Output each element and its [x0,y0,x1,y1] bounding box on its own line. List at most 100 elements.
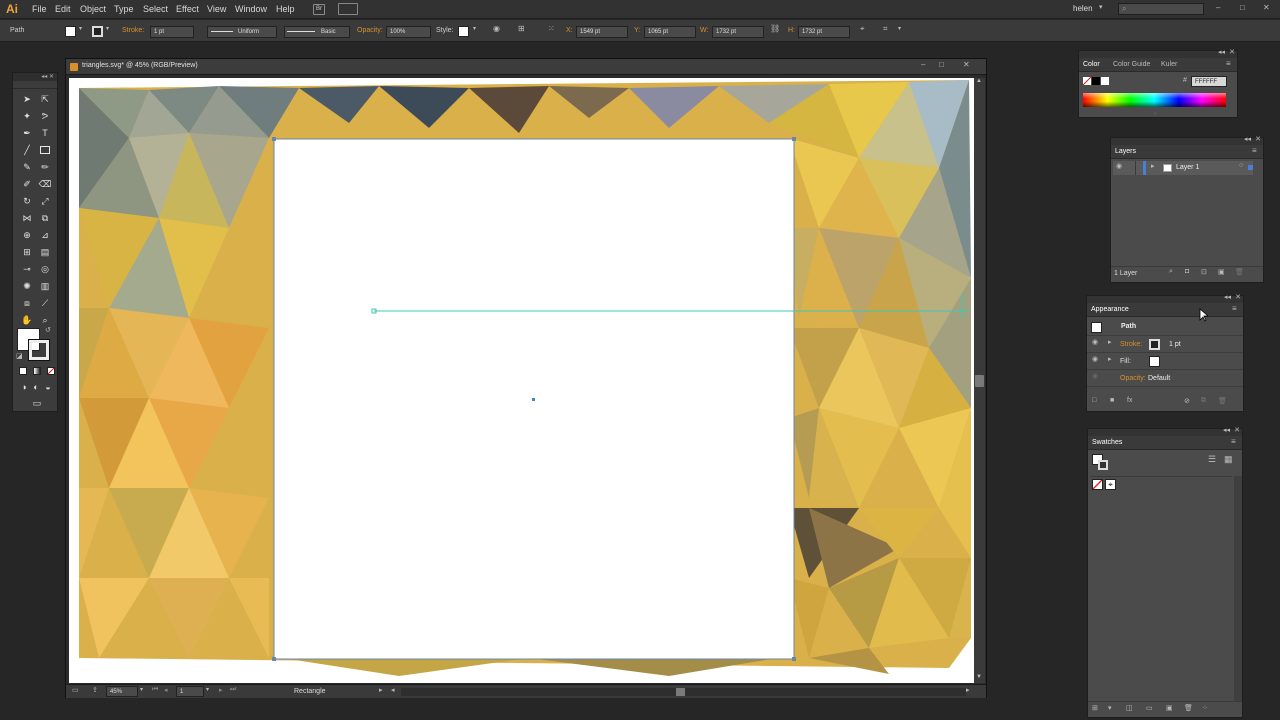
close-doc-icon[interactable]: ✕ [963,60,970,69]
pencil-tool-icon[interactable]: ✏ [38,160,52,174]
fill-swatch[interactable] [65,26,76,37]
scroll-up-icon[interactable]: ▲ [976,78,982,84]
tab-layers[interactable]: Layers [1115,148,1136,155]
stroke-weight-field[interactable]: 1 pt [150,26,194,38]
none-mode-icon[interactable] [47,367,55,375]
locate-object-icon[interactable]: ⌕ [1169,268,1173,276]
layer-name[interactable]: Layer 1 [1176,164,1199,171]
tools-gripper[interactable] [13,81,57,89]
swatch-libraries-icon[interactable]: ⊞ [1092,704,1098,712]
menu-select[interactable]: Select [143,4,168,14]
first-artboard-icon[interactable]: ⏮ [152,686,158,694]
next-artboard-icon[interactable]: ▸ [219,686,223,694]
appearance-fill-swatch[interactable] [1149,356,1160,367]
minimize-app-icon[interactable]: – [1216,3,1220,12]
delete-item-icon[interactable]: 🗑 [1218,397,1227,405]
draw-inside-icon[interactable]: ◒ [41,380,55,394]
artboard-nav-icon[interactable]: ▭ [72,686,79,694]
share-icon[interactable]: ⇪ [92,686,98,694]
default-colors-icon[interactable]: ◪ [16,352,23,360]
column-graph-tool-icon[interactable]: ▥ [38,279,52,293]
add-new-fill-icon[interactable]: ■ [1110,397,1114,404]
menu-window[interactable]: Window [235,4,267,14]
variable-width-profile[interactable]: Uniform [207,26,277,38]
artboard-number-field[interactable]: 1 [176,686,204,697]
registration-swatch[interactable]: ⌖ [1105,479,1116,490]
menu-file[interactable]: File [32,4,47,14]
layer-row[interactable]: ◉ ▸ Layer 1 ○ [1113,161,1253,175]
bridge-button[interactable]: Br [313,4,325,15]
perspective-grid-tool-icon[interactable]: ⊿ [38,228,52,242]
tab-color[interactable]: Color [1083,61,1100,68]
chevron-down-icon[interactable]: ▾ [473,25,476,32]
thumbnail-view-icon[interactable]: ▦ [1224,454,1233,465]
width-tool-icon[interactable]: ⋈ [20,211,34,225]
panel-menu-icon[interactable]: ≡ [1232,304,1237,313]
last-artboard-icon[interactable]: ⏭ [230,686,236,694]
new-sublayer-icon[interactable]: ⊡ [1201,268,1207,276]
horizontal-scrollbar[interactable] [401,688,966,696]
scroll-right-icon[interactable]: ▸ [966,686,970,694]
clear-appearance-icon[interactable]: ⊘ [1184,397,1190,405]
close-app-icon[interactable]: ✕ [1263,3,1270,12]
maximize-doc-icon[interactable]: □ [939,60,944,69]
align-icon[interactable]: ⊞ [518,24,525,33]
swap-colors-icon[interactable]: ↺ [45,326,51,334]
canvas[interactable] [69,78,974,683]
appearance-stroke-row[interactable]: ◉ ▸ Stroke: 1 pt [1087,336,1243,353]
lock-column[interactable] [1135,161,1136,175]
scroll-left-icon[interactable]: ◂ [391,686,395,694]
new-layer-icon[interactable]: ▣ [1218,268,1225,276]
appearance-stroke-label[interactable]: Stroke: [1120,341,1142,348]
color-mode-icon[interactable] [19,367,27,375]
chevron-down-icon[interactable]: ▾ [206,686,209,693]
h-field[interactable]: 1732 pt [798,26,850,38]
stroke-swatch[interactable] [92,26,103,37]
duplicate-item-icon[interactable]: ⧉ [1201,397,1206,405]
zoom-field[interactable]: 45% [106,686,138,697]
visibility-eye-icon[interactable]: ◉ [1092,355,1098,363]
eyedropper-tool-icon[interactable]: ⊸ [20,262,34,276]
shape-builder-tool-icon[interactable]: ⊕ [20,228,34,242]
chevron-down-icon[interactable]: ▾ [898,25,901,32]
blob-brush-tool-icon[interactable]: ✐ [20,177,34,191]
panel-menu-icon[interactable]: ≡ [1231,437,1236,446]
opacity-label[interactable]: Opacity: [357,27,383,34]
delete-swatch-icon[interactable]: 🗑 [1184,704,1193,712]
hand-tool-icon[interactable]: ✋ [20,313,34,327]
brush-definition[interactable]: Basic [284,26,350,38]
menu-view[interactable]: View [207,4,226,14]
panel-menu-icon[interactable]: ≡ [1252,146,1257,155]
rectangle-tool-icon[interactable] [40,146,50,154]
recolor-artwork-icon[interactable]: ◉ [493,24,500,33]
status-text[interactable]: Rectangle [294,688,326,695]
x-field[interactable]: 1549 pt [576,26,628,38]
new-color-group-icon[interactable]: ▭ [1146,704,1153,712]
isolate-icon[interactable]: ⌗ [883,24,888,34]
panel-header-bar[interactable]: ◂◂ ✕ [1111,136,1263,145]
horizontal-scroll-thumb[interactable] [676,688,685,696]
stroke-indicator[interactable] [1098,460,1108,470]
paintbrush-tool-icon[interactable]: ✎ [20,160,34,174]
menu-help[interactable]: Help [276,4,295,14]
document-tab[interactable]: triangles.svg* @ 45% (RGB/Preview) – □ ✕ [66,59,986,75]
pen-tool-icon[interactable]: ✒ [20,126,34,140]
status-menu-icon[interactable]: ▸ [379,686,383,694]
vertical-scroll-thumb[interactable] [975,375,984,387]
stroke-label[interactable]: Stroke: [122,27,144,34]
black-swatch[interactable] [1092,77,1100,85]
transform-icon[interactable]: ⌖ [860,24,865,34]
slice-tool-icon[interactable]: ⟋ [38,296,52,310]
list-view-icon[interactable]: ☰ [1208,454,1216,465]
lasso-tool-icon[interactable]: ᕗ [38,109,52,123]
appearance-opacity-row[interactable]: ◉ Opacity: Default [1087,370,1243,387]
menu-object[interactable]: Object [80,4,106,14]
expand-arrow-icon[interactable]: ▸ [1108,355,1112,363]
w-field[interactable]: 1732 pt [712,26,764,38]
eraser-tool-icon[interactable]: ⌫ [38,177,52,191]
blend-tool-icon[interactable]: ◎ [38,262,52,276]
add-new-stroke-icon[interactable]: □ [1092,397,1096,404]
mesh-tool-icon[interactable]: ⊞ [20,245,34,259]
arrange-documents-icon[interactable] [338,3,358,15]
hex-field[interactable]: FFFFFF [1191,76,1227,87]
